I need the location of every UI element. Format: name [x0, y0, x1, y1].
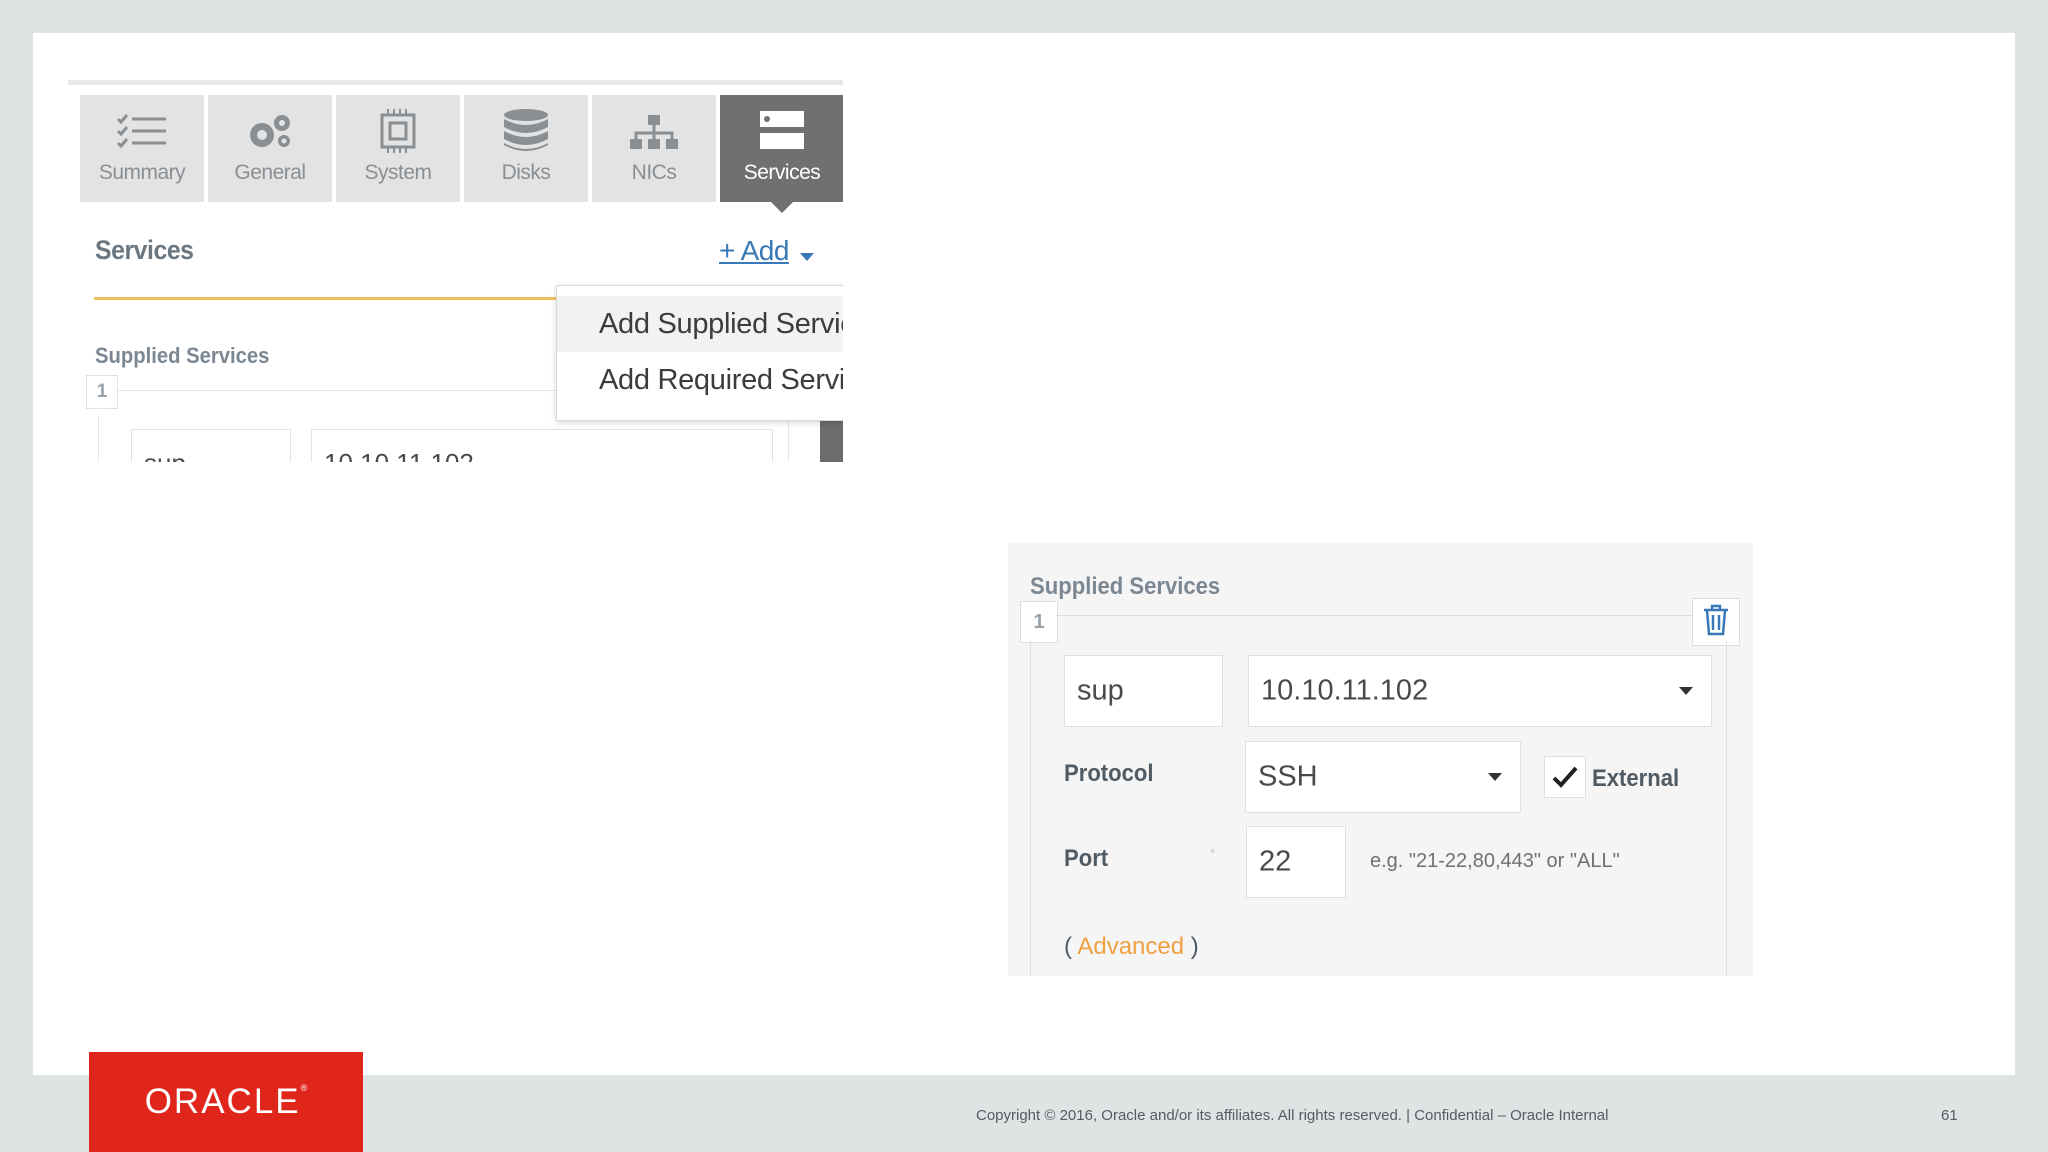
- delete-button[interactable]: [1692, 598, 1740, 646]
- chip-icon: [372, 109, 424, 153]
- menu-item-add-required-service[interactable]: Add Required Service: [557, 352, 843, 408]
- services-heading: Services: [95, 235, 194, 265]
- tab-nics[interactable]: NICs: [592, 95, 716, 202]
- select-value: SSH: [1258, 760, 1318, 793]
- services-icon: [756, 109, 808, 153]
- chevron-down-icon: [1679, 687, 1693, 695]
- row-frame-right: [1726, 641, 1727, 976]
- select-value: 10.10.11.102: [1261, 674, 1429, 707]
- service-ip-field[interactable]: 10.10.11.102: [311, 429, 773, 462]
- tab-label: General: [234, 161, 306, 184]
- tab-label: Summary: [98, 161, 186, 184]
- menu-item-add-supplied-service[interactable]: Add Supplied Service: [557, 296, 843, 352]
- summary-list-icon: [116, 109, 168, 153]
- field-value: sup: [144, 448, 186, 462]
- required-marker: *: [1210, 845, 1216, 861]
- service-name-input[interactable]: sup: [1064, 655, 1223, 727]
- services-tab-screenshot: Summary General System Disks NICs Servic…: [68, 80, 843, 462]
- input-value: sup: [1077, 674, 1124, 707]
- copyright-notice: Copyright © 2016, Oracle and/or its affi…: [976, 1107, 1609, 1124]
- advanced-toggle: ( Advanced ): [1064, 933, 1199, 961]
- tab-services[interactable]: Services: [720, 95, 843, 213]
- port-hint: e.g. "21-22,80,443" or "ALL": [1370, 850, 1620, 872]
- supplied-service-form-screenshot: Supplied Services 1 sup 10.10.11.102 Pro…: [1008, 543, 1753, 976]
- tab-general[interactable]: General: [208, 95, 332, 202]
- port-input[interactable]: 22: [1246, 826, 1346, 898]
- row-number-badge: 1: [1020, 601, 1058, 643]
- tab-label: Disks: [501, 161, 551, 184]
- tab-disks[interactable]: Disks: [464, 95, 588, 202]
- chevron-down-icon[interactable]: [800, 253, 814, 261]
- tab-label: NICs: [631, 161, 677, 184]
- oracle-logo: ORACLE ®: [89, 1052, 363, 1152]
- paren-open: (: [1064, 933, 1072, 960]
- network-icon: [628, 109, 680, 153]
- row-divider: [1056, 615, 1701, 616]
- row-number-badge: 1: [86, 375, 118, 409]
- supplied-services-heading: Supplied Services: [1030, 573, 1221, 600]
- service-name-field[interactable]: sup: [131, 429, 291, 462]
- external-checkbox[interactable]: [1544, 756, 1586, 798]
- tab-label: Services: [743, 161, 821, 184]
- page-number: 61: [1941, 1107, 1958, 1124]
- chevron-down-icon: [1488, 773, 1502, 781]
- tab-summary[interactable]: Summary: [80, 95, 204, 202]
- external-label: External: [1592, 765, 1680, 792]
- add-service-link[interactable]: + Add: [719, 235, 789, 267]
- gears-icon: [244, 109, 296, 153]
- checkmark-icon: [1552, 766, 1578, 788]
- tab-label: System: [364, 161, 432, 184]
- trash-icon: [1703, 604, 1729, 641]
- database-icon: [500, 109, 552, 153]
- advanced-link[interactable]: Advanced: [1077, 933, 1184, 960]
- tab-bar: Summary General System Disks NICs Servic…: [80, 95, 843, 213]
- row-frame-right: [788, 415, 789, 462]
- tab-system[interactable]: System: [336, 95, 460, 202]
- protocol-select[interactable]: SSH: [1245, 741, 1521, 813]
- row-frame-left: [1030, 641, 1031, 976]
- field-value: 10.10.11.102: [324, 448, 474, 462]
- protocol-label: Protocol: [1064, 760, 1154, 787]
- supplied-services-heading: Supplied Services: [95, 343, 270, 368]
- port-label: Port: [1064, 845, 1109, 872]
- add-dropdown-menu: Add Supplied Service Add Required Servic…: [556, 285, 843, 421]
- paren-close: ): [1190, 933, 1199, 960]
- row-frame-left: [98, 415, 99, 462]
- ip-address-select[interactable]: 10.10.11.102: [1248, 655, 1712, 727]
- input-value: 22: [1259, 845, 1292, 878]
- logo-registered-mark: ®: [300, 1083, 308, 1093]
- logo-text: ORACLE: [144, 1082, 301, 1121]
